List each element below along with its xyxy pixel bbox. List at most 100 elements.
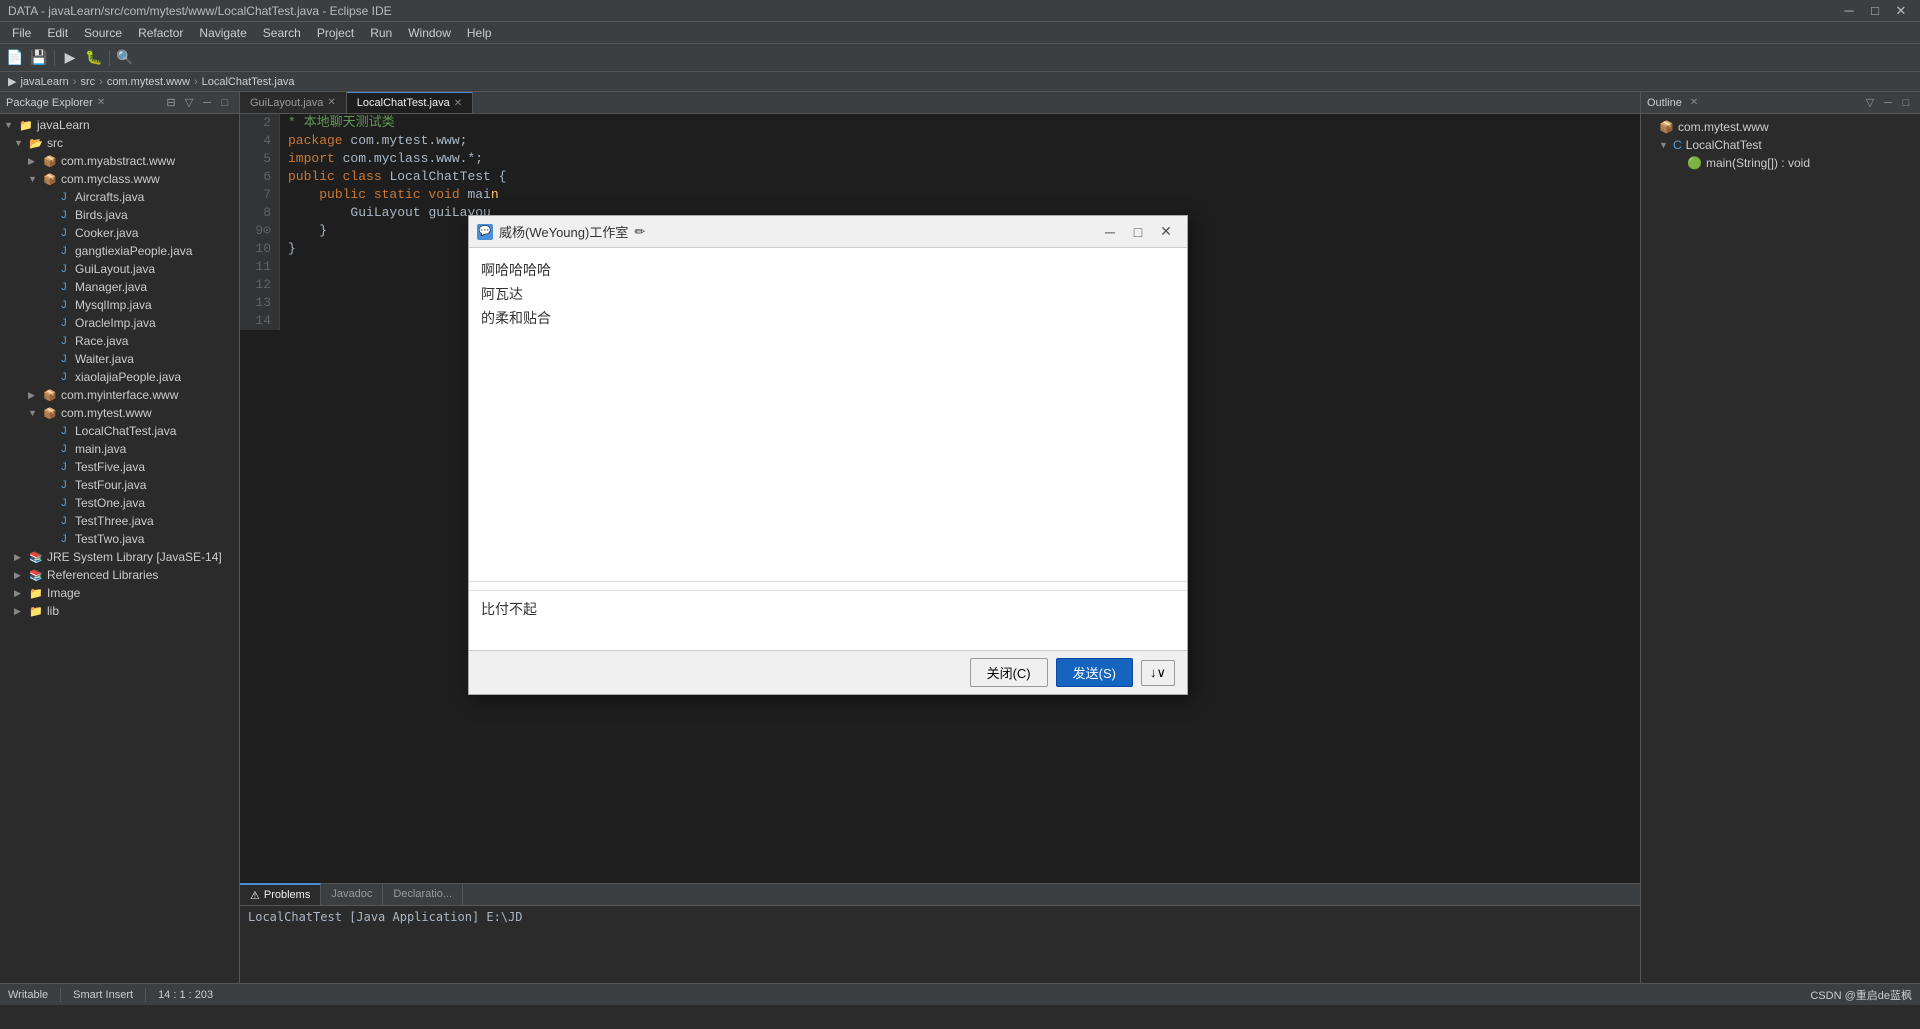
tree-label: gangtiexiaPeople.java (75, 244, 192, 258)
tree-item-localchattest[interactable]: J LocalChatTest.java (0, 422, 239, 440)
method-icon: 🟢 (1687, 156, 1702, 170)
outline-menu-button[interactable]: ▽ (1862, 95, 1878, 111)
bottom-tabs: ⚠ Problems Javadoc Declaratio... (240, 884, 1640, 906)
bottom-panel: ⚠ Problems Javadoc Declaratio... LocalCh… (240, 883, 1640, 983)
tree-item-testtwo[interactable]: J TestTwo.java (0, 530, 239, 548)
maximize-button[interactable]: □ (1864, 3, 1886, 19)
tree-label: Referenced Libraries (47, 568, 158, 582)
debug-button[interactable]: 🐛 (83, 47, 105, 69)
tree-item-jre[interactable]: ▶ 📚 JRE System Library [JavaSE-14] (0, 548, 239, 566)
menu-item-search[interactable]: Search (255, 24, 309, 42)
java-icon: J (56, 513, 72, 529)
tree-item-cooker[interactable]: J Cooker.java (0, 224, 239, 242)
tab-javadoc-label: Javadoc (331, 888, 372, 900)
code-line-7: public class LocalChatTest { (288, 168, 1632, 186)
menu-item-run[interactable]: Run (362, 24, 400, 42)
outline-item-method[interactable]: 🟢 main(String[]) : void (1641, 154, 1920, 172)
tree-item-aircrafts[interactable]: J Aircrafts.java (0, 188, 239, 206)
dialog-titlebar: 💬 威杨(WeYoung)工作室 ✏ ─ □ ✕ (469, 216, 1187, 248)
package-icon: 📦 (42, 171, 58, 187)
tree-item-image[interactable]: ▶ 📁 Image (0, 584, 239, 602)
outline-maximize-button[interactable]: □ (1898, 95, 1914, 111)
package-icon: 📦 (42, 153, 58, 169)
menu-bar: FileEditSourceRefactorNavigateSearchProj… (0, 22, 1920, 44)
tree-item-guilayout[interactable]: J GuiLayout.java (0, 260, 239, 278)
chat-input-text[interactable]: 比付不起 (481, 599, 1175, 619)
menu-item-window[interactable]: Window (400, 24, 459, 42)
tab-declaration[interactable]: Declaratio... (383, 883, 463, 905)
tab-javadoc[interactable]: Javadoc (321, 883, 383, 905)
search-button[interactable]: 🔍 (114, 47, 136, 69)
chat-message-3: 的柔和贴合 (481, 308, 1175, 328)
run-button[interactable]: ▶ (59, 47, 81, 69)
menu-item-refactor[interactable]: Refactor (130, 24, 191, 42)
breadcrumb-arrow-icon: ▶ (8, 75, 16, 88)
dialog-maximize-button[interactable]: □ (1125, 221, 1151, 243)
tree-item-src[interactable]: ▼ 📂 src (0, 134, 239, 152)
send-button[interactable]: 发送(S) (1056, 658, 1133, 687)
panel-maximize-button[interactable]: □ (217, 95, 233, 111)
new-button[interactable]: 📄 (4, 47, 26, 69)
menu-item-navigate[interactable]: Navigate (191, 24, 254, 42)
code-line-5: import com.myclass.www.*; (288, 150, 1632, 168)
breadcrumb-sep-3: › (194, 76, 198, 88)
tree-item-myabstract[interactable]: ▶ 📦 com.myabstract.www (0, 152, 239, 170)
menu-item-help[interactable]: Help (459, 24, 500, 42)
send-dropdown-button[interactable]: ↓∨ (1141, 660, 1175, 686)
code-line-4: package com.mytest.www; (288, 132, 1632, 150)
breadcrumb-package[interactable]: com.mytest.www (107, 76, 190, 88)
dialog-chat-area[interactable]: 啊哈哈哈哈 阿瓦达 的柔和贴合 (469, 248, 1187, 581)
java-icon: J (56, 297, 72, 313)
tree-item-oracleimp[interactable]: J OracleImp.java (0, 314, 239, 332)
menu-item-edit[interactable]: Edit (39, 24, 76, 42)
menu-item-source[interactable]: Source (76, 24, 130, 42)
breadcrumb-src[interactable]: src (80, 76, 95, 88)
tree-item-xiaolajia[interactable]: J xiaolajiaPeople.java (0, 368, 239, 386)
collapse-all-button[interactable]: ⊟ (163, 95, 179, 111)
close-chat-button[interactable]: 关闭(C) (970, 658, 1048, 687)
package-tree[interactable]: ▼ 📁 javaLearn ▼ 📂 src ▶ 📦 com.myabstract… (0, 114, 239, 983)
tree-item-referenced-libraries[interactable]: ▶ 📚 Referenced Libraries (0, 566, 239, 584)
panel-minimize-button[interactable]: ─ (199, 95, 215, 111)
tab-problems[interactable]: ⚠ Problems (240, 883, 321, 905)
tree-item-javalearn[interactable]: ▼ 📁 javaLearn (0, 116, 239, 134)
breadcrumb-javalearn[interactable]: javaLearn (20, 76, 68, 88)
tab-close-guilayout[interactable]: ✕ (327, 97, 335, 108)
panel-menu-button[interactable]: ▽ (181, 95, 197, 111)
tree-item-testfive[interactable]: J TestFive.java (0, 458, 239, 476)
outline-tree[interactable]: 📦 com.mytest.www ▼ C LocalChatTest 🟢 mai… (1641, 114, 1920, 983)
minimize-button[interactable]: ─ (1838, 3, 1860, 19)
save-button[interactable]: 💾 (28, 47, 50, 69)
tree-item-manager[interactable]: J Manager.java (0, 278, 239, 296)
dialog-close-button[interactable]: ✕ (1153, 221, 1179, 243)
close-button[interactable]: ✕ (1890, 3, 1912, 19)
outline-minimize-button[interactable]: ─ (1880, 95, 1896, 111)
tree-item-myinterface[interactable]: ▶ 📦 com.myinterface.www (0, 386, 239, 404)
tree-item-mysqlimp[interactable]: J MysqlImp.java (0, 296, 239, 314)
menu-item-project[interactable]: Project (309, 24, 362, 42)
chat-input-area[interactable]: 比付不起 (469, 590, 1187, 650)
tree-item-lib[interactable]: ▶ 📁 lib (0, 602, 239, 620)
tree-item-gangtiexia[interactable]: J gangtiexiaPeople.java (0, 242, 239, 260)
expand-arrow: ▶ (28, 156, 42, 167)
tree-item-main[interactable]: J main.java (0, 440, 239, 458)
breadcrumb-file[interactable]: LocalChatTest.java (202, 76, 295, 88)
tab-guilayout[interactable]: GuiLayout.java ✕ (240, 92, 347, 113)
menu-item-file[interactable]: File (4, 24, 39, 42)
tree-item-myclass[interactable]: ▼ 📦 com.myclass.www (0, 170, 239, 188)
tree-item-mytest[interactable]: ▼ 📦 com.mytest.www (0, 404, 239, 422)
tree-label: TestTwo.java (75, 532, 144, 546)
tree-item-testone[interactable]: J TestOne.java (0, 494, 239, 512)
dialog-minimize-button[interactable]: ─ (1097, 221, 1123, 243)
tab-close-localchattest[interactable]: ✕ (454, 98, 462, 109)
tree-item-race[interactable]: J Race.java (0, 332, 239, 350)
tree-item-testfour[interactable]: J TestFour.java (0, 476, 239, 494)
outline-item-package[interactable]: 📦 com.mytest.www (1641, 118, 1920, 136)
java-icon: J (56, 279, 72, 295)
tree-item-testthree[interactable]: J TestThree.java (0, 512, 239, 530)
tree-item-waiter[interactable]: J Waiter.java (0, 350, 239, 368)
tree-item-birds[interactable]: J Birds.java (0, 206, 239, 224)
outline-item-class[interactable]: ▼ C LocalChatTest (1641, 136, 1920, 154)
chat-dialog[interactable]: 💬 威杨(WeYoung)工作室 ✏ ─ □ ✕ 啊哈哈哈哈 阿瓦达 的柔和贴合… (468, 215, 1188, 695)
tab-localchattest[interactable]: LocalChatTest.java ✕ (347, 92, 473, 113)
